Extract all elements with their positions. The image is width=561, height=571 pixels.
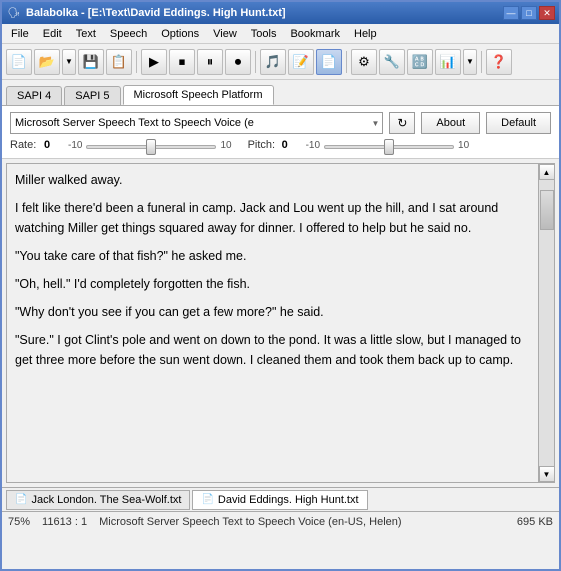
- status-voice: Microsoft Server Speech Text to Speech V…: [99, 516, 505, 528]
- doc-icon-high-hunt: 📄: [201, 494, 213, 505]
- paragraph-3: "You take care of that fish?" he asked m…: [15, 246, 534, 266]
- menu-bar: File Edit Text Speech Options View Tools…: [2, 24, 559, 44]
- menu-speech[interactable]: Speech: [103, 25, 154, 43]
- new-button[interactable]: 📄: [6, 49, 32, 75]
- toolbar: 📄 📂 ▼ 💾 📋 ▶ ⏹ ⏸ ⏺ 🎵 📝 📄 ⚙ 🔧 🔠 📊 ▼ ❓: [2, 44, 559, 80]
- maximize-button[interactable]: □: [521, 6, 537, 20]
- rate-group: Rate: 0: [10, 139, 64, 151]
- scroll-up-button[interactable]: ▲: [539, 164, 555, 180]
- doc-tab-high-hunt[interactable]: 📄 David Eddings. High Hunt.txt: [192, 490, 367, 510]
- paragraph-6: "Sure." I got Clint's pole and went on d…: [15, 330, 534, 370]
- voice-select-wrapper: Microsoft Server Speech Text to Speech V…: [10, 112, 383, 134]
- open-dropdown-button[interactable]: ▼: [62, 49, 76, 75]
- menu-edit[interactable]: Edit: [36, 25, 69, 43]
- app-icon: 🗣: [6, 5, 22, 21]
- rate-value: 0: [44, 139, 64, 151]
- dropdown2-button[interactable]: ▼: [463, 49, 477, 75]
- doc-icon-sea-wolf: 📄: [15, 494, 27, 505]
- play-button[interactable]: ▶: [141, 49, 167, 75]
- rate-slider-thumb[interactable]: [146, 139, 156, 155]
- voice-about-button[interactable]: About: [421, 112, 480, 134]
- app-window: 🗣 Balabolka - [E:\Text\David Eddings. Hi…: [0, 0, 561, 571]
- clipboard-button[interactable]: 📋: [106, 49, 132, 75]
- pitch-group: Pitch: 0: [248, 139, 302, 151]
- status-zoom: 75%: [8, 516, 30, 528]
- content-wrapper: Miller walked away. I felt like there'd …: [6, 163, 555, 483]
- pitch-label: Pitch:: [248, 139, 278, 151]
- pause-button[interactable]: ⏸: [197, 49, 223, 75]
- pitch-value: 0: [282, 139, 302, 151]
- pitch-slider-track: [324, 145, 454, 149]
- vertical-scrollbar: ▲ ▼: [538, 164, 554, 482]
- paragraph-5: "Why don't you see if you can get a few …: [15, 302, 534, 322]
- pitch-max: 10: [458, 140, 469, 151]
- rate-label: Rate:: [10, 139, 40, 151]
- menu-view[interactable]: View: [206, 25, 244, 43]
- tab-sapi4[interactable]: SAPI 4: [6, 86, 62, 105]
- tab-microsoft-speech[interactable]: Microsoft Speech Platform: [123, 85, 274, 105]
- voice-default-button[interactable]: Default: [486, 112, 551, 134]
- voice-settings: Microsoft Server Speech Text to Speech V…: [2, 106, 559, 159]
- toolbar-separator-4: [481, 51, 482, 73]
- pitch-min: -10: [306, 140, 320, 151]
- menu-options[interactable]: Options: [154, 25, 206, 43]
- speech-tabs: SAPI 4 SAPI 5 Microsoft Speech Platform: [2, 80, 559, 106]
- doc-tab-sea-wolf[interactable]: 📄 Jack London. The Sea-Wolf.txt: [6, 490, 190, 510]
- status-position: 11613 : 1: [42, 516, 87, 528]
- title-bar: 🗣 Balabolka - [E:\Text\David Eddings. Hi…: [2, 2, 559, 24]
- close-button[interactable]: ✕: [539, 6, 555, 20]
- save-button[interactable]: 💾: [78, 49, 104, 75]
- help-button[interactable]: ❓: [486, 49, 512, 75]
- active-doc-button[interactable]: 📄: [316, 49, 342, 75]
- document-tabs: 📄 Jack London. The Sea-Wolf.txt 📄 David …: [2, 487, 559, 511]
- voice-selector-row: Microsoft Server Speech Text to Speech V…: [10, 112, 551, 134]
- rate-max: 10: [220, 140, 231, 151]
- status-size: 695 KB: [517, 516, 553, 528]
- menu-text[interactable]: Text: [69, 25, 103, 43]
- paragraph-2: I felt like there'd been a funeral in ca…: [15, 198, 534, 238]
- tab-sapi5[interactable]: SAPI 5: [64, 86, 120, 105]
- menu-file[interactable]: File: [4, 25, 36, 43]
- settings-button[interactable]: ⚙: [351, 49, 377, 75]
- open-button[interactable]: 📂: [34, 49, 60, 75]
- tools-button[interactable]: 🔧: [379, 49, 405, 75]
- voice-refresh-button[interactable]: ↻: [389, 112, 415, 134]
- paragraph-4: "Oh, hell." I'd completely forgotten the…: [15, 274, 534, 294]
- toolbar-separator-3: [346, 51, 347, 73]
- window-title: Balabolka - [E:\Text\David Eddings. High…: [26, 7, 503, 19]
- doc-tab-high-hunt-label: David Eddings. High Hunt.txt: [218, 494, 359, 506]
- minimize-button[interactable]: —: [503, 6, 519, 20]
- menu-tools[interactable]: Tools: [244, 25, 284, 43]
- voice-select[interactable]: Microsoft Server Speech Text to Speech V…: [10, 112, 383, 134]
- menu-bookmark[interactable]: Bookmark: [283, 25, 347, 43]
- text-content[interactable]: Miller walked away. I felt like there'd …: [7, 164, 554, 384]
- sliders-row: Rate: 0 -10 10 Pitch: 0 -10: [10, 138, 551, 152]
- rate-min: -10: [68, 140, 82, 151]
- record-button[interactable]: ⏺: [225, 49, 251, 75]
- doc-tab-sea-wolf-label: Jack London. The Sea-Wolf.txt: [31, 494, 181, 506]
- paragraph-1: Miller walked away.: [15, 170, 534, 190]
- toolbar-separator-1: [136, 51, 137, 73]
- toolbar-separator-2: [255, 51, 256, 73]
- scroll-down-button[interactable]: ▼: [539, 466, 555, 482]
- scroll-track[interactable]: [539, 180, 554, 466]
- convert-button[interactable]: 📝: [288, 49, 314, 75]
- font-button[interactable]: 🔠: [407, 49, 433, 75]
- rate-slider-track: [86, 145, 216, 149]
- chart-button[interactable]: 📊: [435, 49, 461, 75]
- audio-file-button[interactable]: 🎵: [260, 49, 286, 75]
- stop-button[interactable]: ⏹: [169, 49, 195, 75]
- menu-help[interactable]: Help: [347, 25, 384, 43]
- title-bar-buttons: — □ ✕: [503, 6, 555, 20]
- scroll-thumb[interactable]: [540, 190, 554, 230]
- status-bar: 75% 11613 : 1 Microsoft Server Speech Te…: [2, 511, 559, 531]
- pitch-slider-thumb[interactable]: [384, 139, 394, 155]
